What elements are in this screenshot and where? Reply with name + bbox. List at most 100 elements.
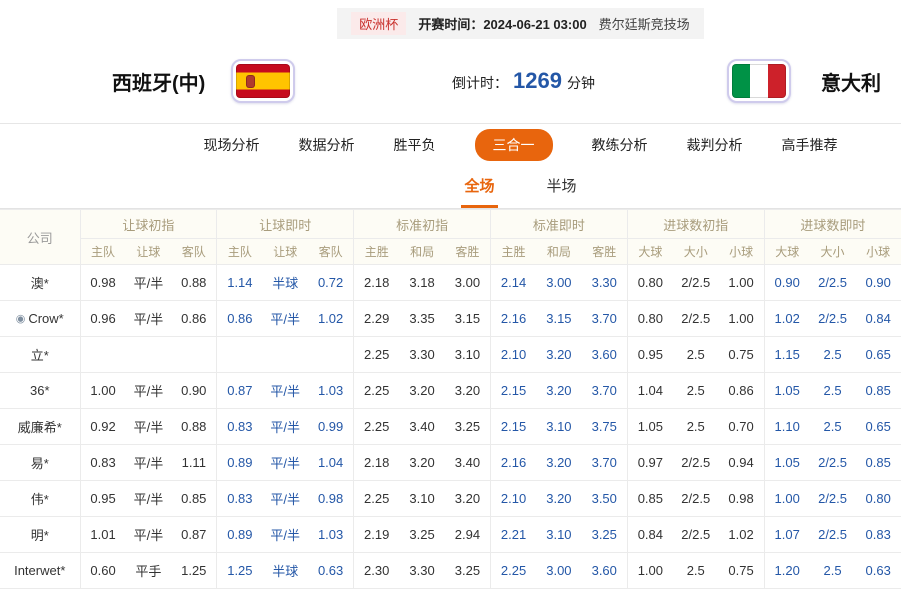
odds-cell: 2.25 [354,373,400,409]
company-icon: ◉ [16,313,26,325]
odds-cell: 0.96 [80,301,126,337]
odds-cell: 0.88 [171,265,217,301]
odds-cell: 0.95 [627,337,673,373]
nav-tab-data-analysis[interactable]: 数据分析 [299,135,355,155]
company-cell[interactable]: 澳* [0,265,80,301]
table-row: 立*2.253.303.102.103.203.600.952.50.751.1… [0,337,901,373]
odds-cell: 3.70 [582,373,628,409]
odds-cell: 1.00 [80,373,126,409]
odds-cell: 2.5 [810,409,856,445]
odds-cell: 0.88 [171,409,217,445]
odds-cell: 0.90 [855,265,901,301]
italy-flag-icon [727,59,791,103]
odds-cell: 2.5 [673,409,719,445]
company-cell[interactable]: 易* [0,445,80,481]
odds-cell: 2.10 [490,337,536,373]
odds-cell: 2/2.5 [810,517,856,553]
scope-tab-full-match[interactable]: 全场 [461,165,497,208]
odds-cell: 0.85 [855,445,901,481]
odds-cell: 1.05 [627,409,673,445]
odds-cell: 0.75 [719,337,765,373]
company-cell[interactable]: 明* [0,517,80,553]
odds-cell: 0.86 [217,301,263,337]
odds-cell: 2.16 [490,301,536,337]
odds-cell: 2.5 [673,373,719,409]
odds-cell: 3.70 [582,445,628,481]
table-sub-header-row: 主队让球客队主队让球客队主胜和局客胜主胜和局客胜大球大小小球大球大小小球 [0,239,901,265]
match-info-bar-wrap: 欧洲杯 开赛时间：2024-06-21 03:00 费尔廷斯竞技场 [0,0,901,39]
company-cell[interactable]: ◉Crow* [0,301,80,337]
odds-cell: 1.07 [764,517,810,553]
odds-cell: 3.00 [536,553,582,589]
countdown-value: 1269 [513,68,562,94]
col-group-handicap-live: 让球即时 [217,210,354,239]
odds-cell: 半球 [262,553,308,589]
scope-tabs: 全场 半场 [0,165,901,209]
odds-cell: 0.65 [855,409,901,445]
table-row: ◉Crow*0.96平/半0.860.86平/半1.022.293.353.15… [0,301,901,337]
countdown-label: 倒计时： [452,73,508,93]
odds-cell: 平/半 [262,409,308,445]
odds-cell: 2/2.5 [673,517,719,553]
nav-tab-win-draw-loss[interactable]: 胜平负 [394,135,436,155]
odds-table-body: 澳*0.98平/半0.881.14半球0.722.183.183.002.143… [0,265,901,589]
odds-cell: 0.83 [80,445,126,481]
odds-cell: 1.02 [308,301,354,337]
odds-cell [171,337,217,373]
odds-cell: 3.40 [399,409,445,445]
col-standard-initial-1: 主胜 [354,239,400,265]
table-group-header-row: 公司 让球初指让球即时标准初指标准即时进球数初指进球数即时 [0,210,901,239]
company-cell[interactable]: 威廉希* [0,409,80,445]
odds-cell [126,337,172,373]
odds-cell: 0.89 [217,445,263,481]
odds-cell: 2/2.5 [810,301,856,337]
odds-cell: 2.19 [354,517,400,553]
col-standard-initial-2: 和局 [399,239,445,265]
col-standard-live-3: 客胜 [582,239,628,265]
nav-tab-three-in-one[interactable]: 三合一 [475,129,553,161]
odds-cell: 1.05 [764,373,810,409]
odds-cell: 1.10 [764,409,810,445]
odds-cell: 平/半 [126,445,172,481]
odds-cell: 平/半 [126,481,172,517]
odds-cell: 3.10 [399,481,445,517]
odds-cell: 0.84 [855,301,901,337]
countdown: 倒计时： 1269 分钟 [452,68,595,94]
company-cell[interactable]: 伟* [0,481,80,517]
odds-cell: 2/2.5 [810,481,856,517]
nav-tab-expert-picks[interactable]: 高手推荐 [782,135,838,155]
odds-cell: 2/2.5 [810,445,856,481]
col-handicap-live-3: 客队 [308,239,354,265]
odds-cell: 0.63 [308,553,354,589]
odds-cell: 0.83 [855,517,901,553]
company-cell[interactable]: 立* [0,337,80,373]
odds-table: 公司 让球初指让球即时标准初指标准即时进球数初指进球数即时 主队让球客队主队让球… [0,209,901,589]
odds-cell: 2.21 [490,517,536,553]
company-cell[interactable]: 36* [0,373,80,409]
odds-cell: 1.20 [764,553,810,589]
odds-cell: 平/半 [262,445,308,481]
company-cell[interactable]: Interwet* [0,553,80,589]
nav-tab-coach-analysis[interactable]: 教练分析 [592,135,648,155]
odds-cell: 平/半 [126,373,172,409]
odds-cell: 1.11 [171,445,217,481]
odds-cell: 2/2.5 [673,265,719,301]
odds-cell: 1.00 [719,301,765,337]
odds-cell: 2.16 [490,445,536,481]
nav-tab-live-analysis[interactable]: 现场分析 [204,135,260,155]
odds-cell: 2.15 [490,409,536,445]
odds-cell: 2.25 [354,409,400,445]
col-group-goals-live: 进球数即时 [764,210,901,239]
odds-cell: 3.30 [582,265,628,301]
odds-cell: 0.80 [855,481,901,517]
odds-cell: 3.25 [445,553,491,589]
nav-tab-referee-analysis[interactable]: 裁判分析 [687,135,743,155]
odds-cell: 3.50 [582,481,628,517]
odds-cell: 2.25 [354,337,400,373]
odds-cell: 0.85 [855,373,901,409]
odds-cell: 平/半 [126,301,172,337]
scope-tab-half-match[interactable]: 半场 [544,165,580,208]
odds-cell: 3.20 [445,373,491,409]
page: 欧洲杯 开赛时间：2024-06-21 03:00 费尔廷斯竞技场 西班牙(中)… [0,0,901,589]
match-info-bar: 欧洲杯 开赛时间：2024-06-21 03:00 费尔廷斯竞技场 [337,8,703,39]
